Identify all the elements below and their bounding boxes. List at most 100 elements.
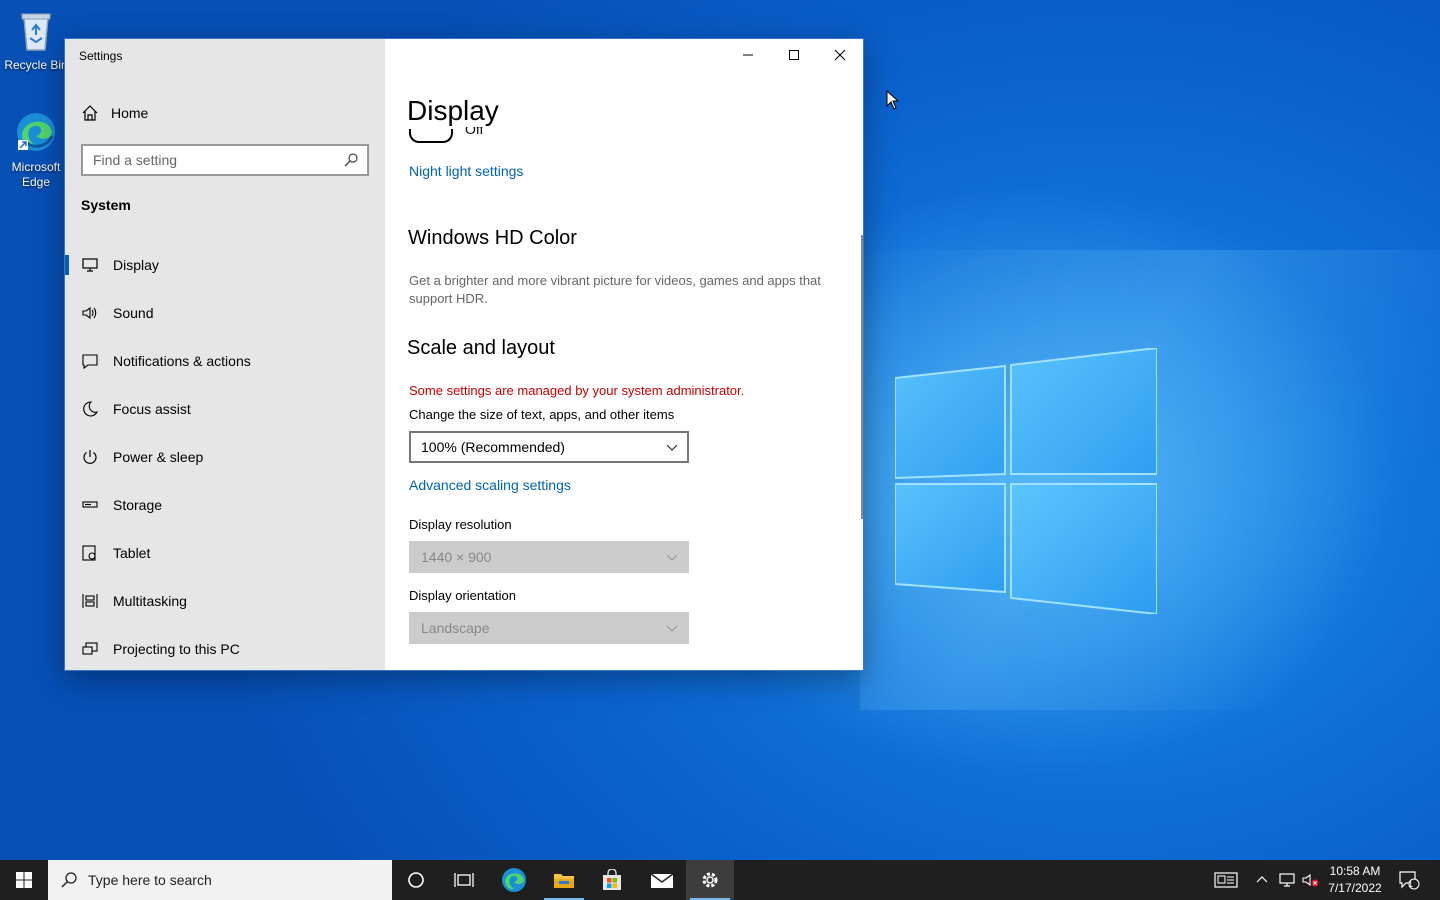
sidebar-item-multitasking[interactable]: Multitasking (65, 581, 385, 621)
notification-count-badge: 1 (1408, 879, 1414, 889)
nav-section-system: System (81, 197, 131, 213)
power-icon (83, 450, 97, 464)
chevron-up-icon (1256, 876, 1268, 883)
start-button[interactable] (0, 860, 48, 900)
projecting-icon (82, 642, 98, 655)
taskbar-clock[interactable]: 10:58 AM 7/17/2022 (1320, 863, 1390, 897)
sidebar-item-label: Display (113, 257, 159, 273)
sidebar-item-display[interactable]: Display (65, 245, 385, 285)
gear-icon (702, 872, 718, 888)
admin-warning: Some settings are managed by your system… (409, 383, 745, 398)
chevron-down-icon (666, 554, 678, 561)
sidebar-item-projecting[interactable]: Projecting to this PC (65, 629, 385, 669)
taskbar-edge[interactable] (490, 860, 538, 900)
night-light-toggle[interactable] (409, 129, 453, 143)
maximize-icon (789, 50, 799, 60)
chevron-down-icon (666, 625, 678, 632)
desktop-icon-recycle-bin[interactable]: Recycle Bin (0, 8, 72, 73)
sidebar-item-storage[interactable]: Storage (65, 485, 385, 525)
resolution-dropdown-value: 1440 × 900 (421, 549, 492, 565)
moon-icon (83, 401, 99, 417)
sidebar-item-label: Notifications & actions (113, 353, 251, 369)
mail-icon (650, 873, 674, 888)
minimize-icon (743, 54, 753, 56)
settings-nav-pane: Settings Home System Display (65, 39, 385, 670)
desktop-icon-label: Recycle Bin (4, 58, 68, 72)
display-settings-content: Display Off Night light settings Windows… (385, 39, 865, 670)
minimize-button[interactable] (725, 39, 771, 71)
cortana-button[interactable] (392, 860, 440, 900)
sidebar-item-label: Tablet (113, 545, 151, 561)
sidebar-item-power-sleep[interactable]: Power & sleep (65, 437, 385, 477)
content-scrollbar[interactable] (861, 235, 863, 519)
find-setting-search[interactable] (81, 144, 369, 176)
task-view-button[interactable] (440, 860, 488, 900)
taskbar: Type here to search 10:58 AM 7/17/2022 1 (0, 860, 1440, 900)
show-hidden-icons-button[interactable] (1252, 860, 1272, 900)
folder-icon (554, 874, 574, 888)
orientation-dropdown-value: Landscape (421, 620, 490, 636)
advanced-scaling-link[interactable]: Advanced scaling settings (409, 477, 571, 493)
multitasking-icon (82, 594, 98, 608)
taskbar-mail[interactable] (638, 860, 686, 900)
scale-dropdown[interactable]: 100% (Recommended) (409, 431, 689, 463)
close-icon (834, 49, 846, 61)
cortana-circle-icon (408, 872, 424, 888)
recycle-bin-icon (21, 13, 51, 51)
desktop-icon-microsoft-edge[interactable]: Microsoft Edge (0, 110, 72, 190)
windows-logo-wallpaper (895, 348, 1157, 614)
volume-muted-icon (1302, 873, 1319, 887)
resolution-label: Display resolution (409, 517, 512, 532)
find-setting-input[interactable] (83, 146, 343, 174)
scale-layout-heading: Scale and layout (407, 337, 555, 359)
scale-dropdown-value: 100% (Recommended) (421, 439, 565, 455)
close-button[interactable] (817, 39, 863, 71)
taskbar-store[interactable] (588, 860, 636, 900)
sidebar-item-focus-assist[interactable]: Focus assist (65, 389, 385, 429)
clock-time: 10:58 AM (1329, 864, 1381, 878)
home-icon (82, 105, 98, 121)
action-center-button[interactable]: 1 (1394, 860, 1424, 900)
sidebar-item-label: Multitasking (113, 593, 187, 609)
hd-color-heading: Windows HD Color (408, 227, 577, 249)
maximize-button[interactable] (771, 39, 817, 71)
nav-home-label: Home (111, 105, 149, 121)
settings-window[interactable]: Settings Home System Display (64, 38, 864, 671)
chevron-down-icon (666, 444, 678, 451)
window-title: Settings (79, 49, 123, 63)
sidebar-item-tablet[interactable]: Tablet (65, 533, 385, 573)
nav-home[interactable]: Home (81, 103, 148, 123)
desktop-icon-label: Microsoft Edge (11, 160, 61, 189)
orientation-label: Display orientation (409, 588, 516, 603)
sidebar-item-label: Focus assist (113, 401, 191, 417)
news-interests-button[interactable] (1206, 860, 1246, 900)
resolution-dropdown[interactable]: 1440 × 900 (409, 541, 689, 573)
night-light-settings-link[interactable]: Night light settings (409, 163, 523, 179)
tablet-icon (82, 545, 96, 561)
taskbar-settings[interactable] (686, 860, 734, 900)
sidebar-item-label: Sound (113, 305, 154, 321)
sidebar-item-notifications[interactable]: Notifications & actions (65, 341, 385, 381)
sidebar-item-sound[interactable]: Sound (65, 293, 385, 333)
news-icon (1214, 872, 1238, 888)
network-button[interactable] (1276, 860, 1298, 900)
clock-date: 7/17/2022 (1328, 881, 1382, 895)
taskbar-search-box[interactable]: Type here to search (48, 860, 392, 900)
store-bag-icon (603, 869, 621, 890)
speaker-icon (82, 306, 97, 320)
task-view-icon (454, 873, 474, 887)
taskbar-file-explorer[interactable] (540, 860, 588, 900)
search-icon (61, 872, 77, 888)
night-light-toggle-state: Off (465, 127, 484, 137)
notification-icon (82, 354, 98, 370)
volume-button[interactable] (1300, 860, 1322, 900)
hd-color-description: Get a brighter and more vibrant picture … (409, 273, 821, 306)
edge-icon (17, 113, 55, 151)
sidebar-item-label: Power & sleep (113, 449, 204, 465)
size-label: Change the size of text, apps, and other… (409, 407, 675, 422)
orientation-dropdown[interactable]: Landscape (409, 612, 689, 644)
page-title: Display (407, 95, 499, 126)
sidebar-item-label: Projecting to this PC (113, 641, 240, 657)
mouse-cursor-icon (886, 90, 900, 110)
edge-icon (502, 868, 526, 892)
